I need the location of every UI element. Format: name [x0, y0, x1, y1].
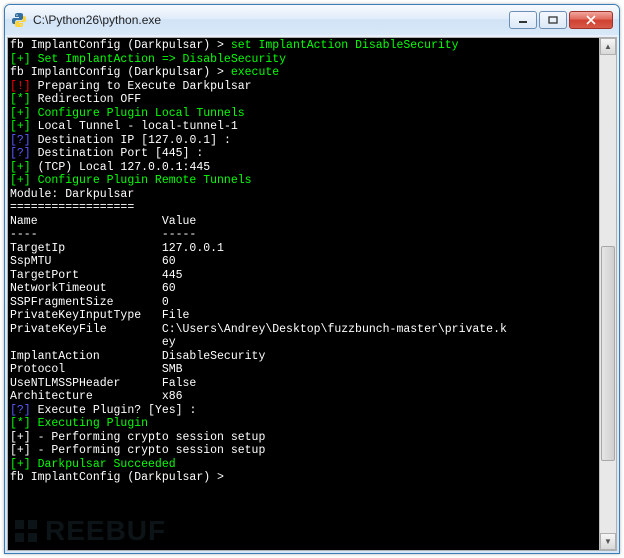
scroll-down-arrow[interactable]: ▼ [600, 533, 616, 550]
console-line: [?] Destination IP [127.0.0.1] : [10, 134, 597, 148]
console-line: fb ImplantConfig (Darkpulsar) > [10, 471, 597, 485]
console-line: [+] Configure Plugin Local Tunnels [10, 107, 597, 121]
close-button[interactable] [569, 11, 613, 29]
python-icon [11, 12, 27, 28]
console-line: ================== [10, 201, 597, 215]
console-line: [+] Local Tunnel - local-tunnel-1 [10, 120, 597, 134]
console-line: Name Value [10, 215, 597, 229]
console-output[interactable]: fb ImplantConfig (Darkpulsar) > set Impl… [8, 38, 599, 550]
console-line: ---- ----- [10, 228, 597, 242]
console-line: [+] Darkpulsar Succeeded [10, 458, 597, 472]
console-line: TargetPort 445 [10, 269, 597, 283]
console-line: [*] Redirection OFF [10, 93, 597, 107]
console-line: [+] Set ImplantAction => DisableSecurity [10, 53, 597, 67]
console-line: [?] Destination Port [445] : [10, 147, 597, 161]
console-line: Protocol SMB [10, 363, 597, 377]
console-line: [+] - Performing crypto session setup [10, 431, 597, 445]
console-line: UseNTLMSSPHeader False [10, 377, 597, 391]
console-line: SSPFragmentSize 0 [10, 296, 597, 310]
console-container: fb ImplantConfig (Darkpulsar) > set Impl… [7, 37, 617, 551]
console-line: Module: Darkpulsar [10, 188, 597, 202]
application-window: C:\Python26\python.exe fb ImplantConfig … [4, 4, 620, 554]
window-title: C:\Python26\python.exe [33, 13, 509, 27]
vertical-scrollbar[interactable]: ▲ ▼ [599, 38, 616, 550]
scroll-up-arrow[interactable]: ▲ [600, 38, 616, 55]
console-line: [?] Execute Plugin? [Yes] : [10, 404, 597, 418]
console-line: fb ImplantConfig (Darkpulsar) > execute [10, 66, 597, 80]
console-line: ImplantAction DisableSecurity [10, 350, 597, 364]
console-line: NetworkTimeout 60 [10, 282, 597, 296]
titlebar[interactable]: C:\Python26\python.exe [5, 5, 619, 35]
console-line: [!] Preparing to Execute Darkpulsar [10, 80, 597, 94]
console-line: PrivateKeyFile C:\Users\Andrey\Desktop\f… [10, 323, 597, 337]
console-line: ey [10, 336, 597, 350]
window-buttons [509, 11, 613, 29]
console-line: SspMTU 60 [10, 255, 597, 269]
console-line: [+] Configure Plugin Remote Tunnels [10, 174, 597, 188]
console-line: fb ImplantConfig (Darkpulsar) > set Impl… [10, 39, 597, 53]
console-line: TargetIp 127.0.0.1 [10, 242, 597, 256]
maximize-button[interactable] [539, 11, 567, 29]
scroll-track[interactable] [600, 55, 616, 533]
console-line: [+] (TCP) Local 127.0.0.1:445 [10, 161, 597, 175]
console-line: PrivateKeyInputType File [10, 309, 597, 323]
console-line: [+] - Performing crypto session setup [10, 444, 597, 458]
console-line: [*] Executing Plugin [10, 417, 597, 431]
console-line: Architecture x86 [10, 390, 597, 404]
scroll-thumb[interactable] [601, 246, 615, 461]
minimize-button[interactable] [509, 11, 537, 29]
